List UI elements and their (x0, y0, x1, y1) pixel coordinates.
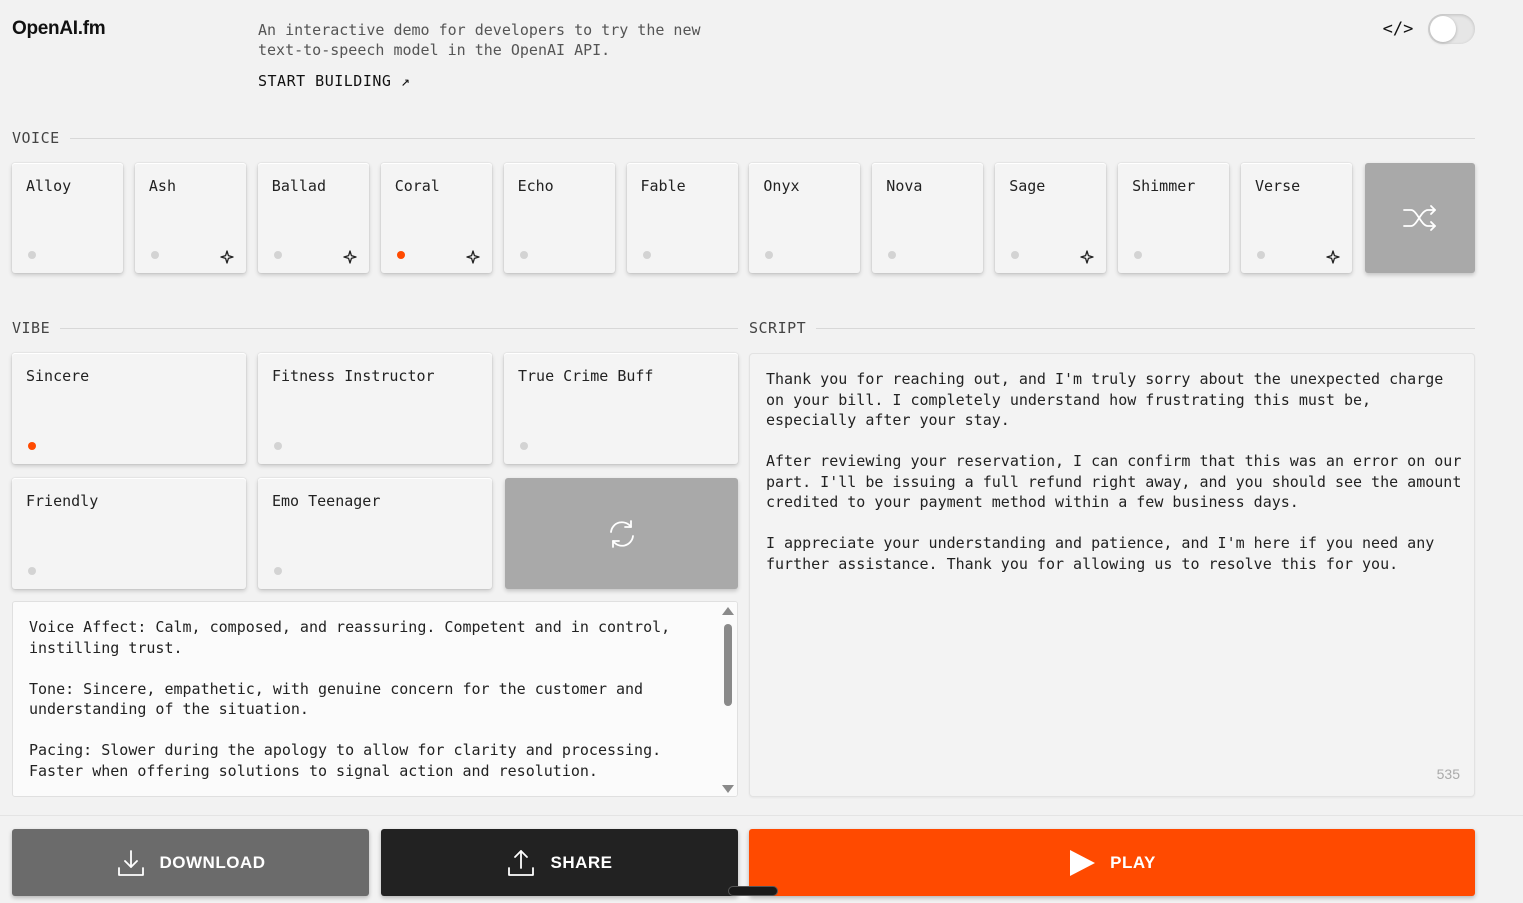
voice-name: Echo (517, 177, 554, 195)
selected-indicator (396, 251, 405, 259)
voice-name: Nova (886, 177, 923, 195)
start-building-link[interactable]: START BUILDING ↗ (258, 72, 411, 90)
unselected-indicator (28, 567, 36, 575)
voice-label-text: VOICE (12, 129, 60, 147)
unselected-indicator (28, 251, 36, 259)
tagline: An interactive demo for developers to tr… (258, 21, 701, 59)
play-icon (1070, 849, 1096, 876)
voice-card-sage[interactable]: Sage (995, 163, 1107, 273)
voice-card-fable[interactable]: Fable (626, 163, 738, 273)
download-button[interactable]: DOWNLOAD (12, 829, 369, 896)
voice-name: Ash (148, 177, 176, 195)
unselected-indicator (1011, 251, 1020, 259)
divider (69, 137, 1475, 139)
vibe-label-text: VIBE (12, 319, 51, 337)
vibe-name: Fitness Instructor (272, 367, 435, 385)
divider (60, 327, 738, 329)
vibe-description-textarea[interactable]: Voice Affect: Calm, composed, and reassu… (12, 601, 738, 797)
unselected-indicator (888, 251, 897, 259)
share-button[interactable]: SHARE (381, 829, 738, 896)
scroll-down-arrow-icon[interactable] (722, 785, 734, 793)
footer-divider (0, 815, 1523, 816)
voice-name: Sage (1009, 177, 1046, 195)
voice-name: Ballad (271, 177, 326, 195)
download-icon (117, 849, 144, 876)
vibe-name: Sincere (26, 367, 90, 385)
play-button[interactable]: PLAY (749, 829, 1475, 896)
voice-card-coral[interactable]: Coral (380, 163, 492, 273)
unselected-indicator (642, 251, 651, 259)
sparkle-icon (1080, 249, 1094, 264)
dev-mode-toggle[interactable] (1428, 14, 1475, 44)
script-textarea[interactable]: Thank you for reaching out, and I'm trul… (749, 353, 1475, 797)
voice-name: Verse (1255, 177, 1301, 195)
vibe-card-fitness-instructor[interactable]: Fitness Instructor (258, 353, 492, 464)
sparkle-icon (220, 249, 234, 264)
unselected-indicator (765, 251, 774, 259)
voice-card-echo[interactable]: Echo (503, 163, 615, 273)
char-count: 535 (1436, 766, 1460, 782)
vibe-description-text: Voice Affect: Calm, composed, and reassu… (29, 618, 671, 780)
voice-name: Onyx (763, 177, 800, 195)
refresh-vibes-button[interactable] (505, 478, 738, 589)
scrollbar-thumb[interactable] (724, 624, 732, 706)
voice-card-shimmer[interactable]: Shimmer (1118, 163, 1230, 273)
selected-indicator (28, 442, 36, 450)
sparkle-icon (343, 249, 357, 264)
play-label: PLAY (1110, 852, 1156, 872)
logo[interactable]: OpenAI.fm (12, 18, 106, 40)
scroll-up-arrow-icon[interactable] (722, 607, 734, 615)
unselected-indicator (273, 251, 282, 259)
divider (816, 327, 1475, 329)
vibe-name: True Crime Buff (518, 367, 654, 385)
script-text: Thank you for reaching out, and I'm trul… (766, 370, 1462, 573)
vibe-card-true-crime-buff[interactable]: True Crime Buff (504, 353, 738, 464)
unselected-indicator (150, 251, 159, 259)
drag-handle[interactable] (728, 886, 778, 896)
voice-card-ballad[interactable]: Ballad (257, 163, 369, 273)
vibe-scrollbar[interactable] (719, 602, 737, 796)
shuffle-icon (1403, 205, 1436, 231)
voice-card-ash[interactable]: Ash (134, 163, 246, 273)
vibe-name: Friendly (26, 492, 99, 510)
unselected-indicator (1257, 251, 1265, 259)
voice-card-alloy[interactable]: Alloy (12, 163, 123, 273)
share-label: SHARE (550, 852, 613, 872)
script-label-text: SCRIPT (749, 319, 807, 337)
script-section-label: SCRIPT (749, 319, 1475, 337)
voice-name: Coral (394, 177, 440, 195)
download-label: DOWNLOAD (159, 852, 266, 872)
unselected-indicator (274, 442, 282, 450)
toggle-knob (1430, 16, 1456, 42)
vibe-card-emo-teenager[interactable]: Emo Teenager (258, 478, 492, 589)
voice-name: Fable (640, 177, 686, 195)
vibe-card-friendly[interactable]: Friendly (12, 478, 246, 589)
vibe-card-sincere[interactable]: Sincere (12, 353, 246, 464)
vibe-name: Emo Teenager (272, 492, 381, 510)
sparkle-icon (1326, 249, 1340, 264)
voice-section-label: VOICE (12, 129, 1475, 147)
unselected-indicator (519, 251, 528, 259)
refresh-icon (609, 519, 634, 548)
unselected-indicator (520, 442, 528, 450)
voice-card-onyx[interactable]: Onyx (749, 163, 861, 273)
unselected-indicator (274, 567, 282, 575)
shuffle-voice-button[interactable] (1365, 163, 1475, 273)
voice-name: Shimmer (1132, 177, 1196, 195)
voice-card-nova[interactable]: Nova (872, 163, 984, 273)
voice-name: Alloy (26, 177, 72, 195)
sparkle-icon (466, 249, 480, 264)
unselected-indicator (1134, 251, 1143, 259)
vibe-section-label: VIBE (12, 319, 738, 337)
share-icon (508, 849, 535, 876)
code-icon[interactable]: </> (1382, 18, 1414, 40)
voice-card-verse[interactable]: Verse (1241, 163, 1352, 273)
